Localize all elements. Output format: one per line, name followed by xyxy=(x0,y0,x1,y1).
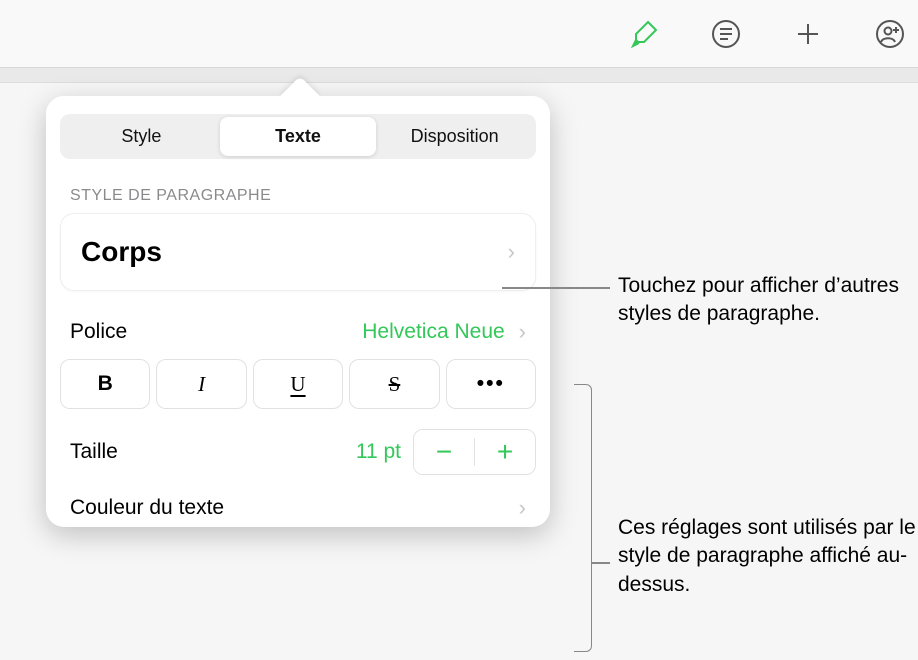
bold-button[interactable]: B xyxy=(60,359,150,409)
paintbrush-icon xyxy=(628,18,660,50)
callout-bracket xyxy=(574,384,592,652)
tab-layout[interactable]: Disposition xyxy=(376,117,533,156)
app-toolbar xyxy=(0,0,918,68)
text-color-row[interactable]: Couleur du texte › xyxy=(46,481,550,525)
format-popover: Style Texte Disposition STYLE DE PARAGRA… xyxy=(46,96,550,527)
text-style-buttons: B I U S ••• xyxy=(60,359,536,409)
format-button[interactable] xyxy=(624,14,664,54)
chevron-right-icon: › xyxy=(519,495,526,520)
size-stepper: − + xyxy=(413,429,536,475)
text-color-label: Couleur du texte xyxy=(70,496,224,520)
chevron-right-icon: › xyxy=(508,239,515,265)
list-icon xyxy=(710,18,742,50)
paragraph-style-selector[interactable]: Corps › xyxy=(60,213,536,291)
size-row: Taille 11 pt − + xyxy=(46,409,550,481)
size-value: 11 pt xyxy=(356,440,401,464)
plus-icon xyxy=(792,18,824,50)
callout-leader-line xyxy=(502,287,610,289)
size-decrease-button[interactable]: − xyxy=(414,430,474,474)
tab-text[interactable]: Texte xyxy=(220,117,377,156)
more-text-options-button[interactable]: ••• xyxy=(446,359,536,409)
chevron-right-icon: › xyxy=(519,319,526,345)
insert-button[interactable] xyxy=(788,14,828,54)
person-add-icon xyxy=(874,18,906,50)
paragraph-style-section-label: STYLE DE PARAGRAPHE xyxy=(46,159,550,213)
font-value: Helvetica Neue xyxy=(362,320,504,344)
callout-settings: Ces réglages sont utilisés par le style … xyxy=(618,514,918,599)
font-row[interactable]: Police Helvetica Neue › xyxy=(46,291,550,355)
callout-paragraph-styles: Touchez pour afficher d’autres styles de… xyxy=(618,272,918,329)
size-label: Taille xyxy=(70,440,118,464)
format-tabs: Style Texte Disposition xyxy=(60,114,536,159)
size-increase-button[interactable]: + xyxy=(475,430,535,474)
current-paragraph-style: Corps xyxy=(81,236,162,268)
toc-button[interactable] xyxy=(706,14,746,54)
strikethrough-button[interactable]: S xyxy=(349,359,439,409)
italic-button[interactable]: I xyxy=(156,359,246,409)
font-label: Police xyxy=(70,320,127,344)
callout-leader-line xyxy=(592,562,610,564)
underline-button[interactable]: U xyxy=(253,359,343,409)
tab-style[interactable]: Style xyxy=(63,117,220,156)
collaborate-button[interactable] xyxy=(870,14,910,54)
